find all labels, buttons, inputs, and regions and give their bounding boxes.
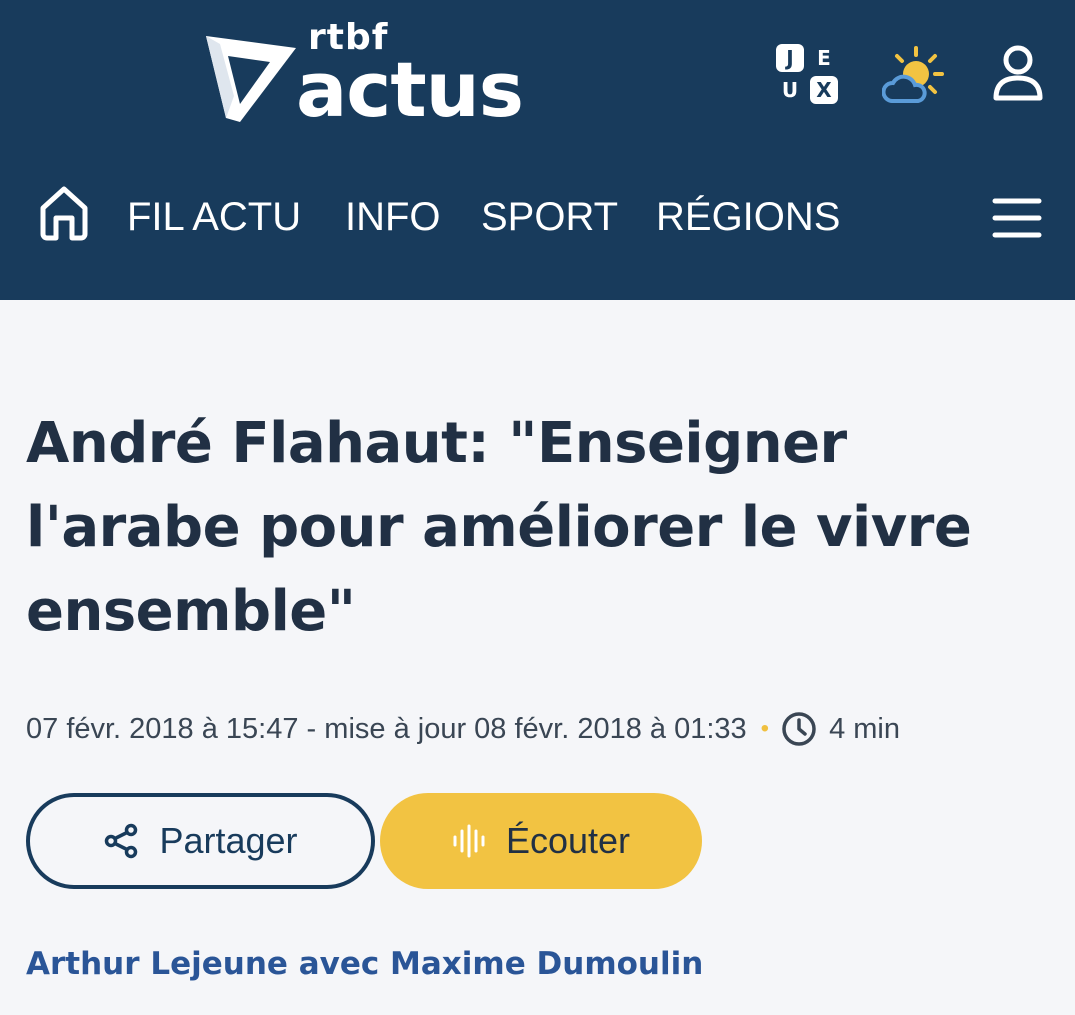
jeux-letter-x: X bbox=[810, 76, 838, 104]
article-title: André Flahaut: "Enseigner l'arabe pour a… bbox=[26, 411, 972, 644]
jeux-letter-e: E bbox=[817, 46, 831, 70]
weather-sun-cloud-icon[interactable] bbox=[881, 44, 944, 106]
rtbf-actus-logo[interactable]: rtbf actus bbox=[200, 18, 545, 134]
listen-button[interactable]: Écouter bbox=[380, 793, 702, 889]
share-button-label: Partager bbox=[159, 820, 298, 861]
home-icon[interactable] bbox=[38, 184, 90, 242]
actus-logo-mark-icon bbox=[206, 36, 296, 122]
nav-item-fil-actu[interactable]: FIL ACTU bbox=[127, 192, 301, 242]
clock-icon bbox=[782, 712, 816, 746]
article-authors[interactable]: Arthur Lejeune avec Maxime Dumoulin bbox=[26, 940, 703, 988]
share-button[interactable]: Partager bbox=[26, 793, 375, 889]
hamburger-menu-icon[interactable] bbox=[992, 196, 1042, 240]
meta-separator: - bbox=[298, 713, 325, 745]
profile-icon[interactable] bbox=[992, 44, 1044, 102]
nav-item-info[interactable]: INFO bbox=[345, 192, 441, 242]
meta-dot: • bbox=[760, 715, 770, 742]
share-icon bbox=[105, 823, 138, 859]
audio-wave-icon bbox=[453, 824, 485, 858]
published-date: 07 févr. 2018 à 15:47 bbox=[26, 713, 299, 745]
updated-date: mise à jour 08 févr. 2018 à 01:33 bbox=[324, 713, 747, 745]
jeux-letter-j: J bbox=[776, 44, 804, 72]
listen-button-label: Écouter bbox=[505, 820, 631, 861]
nav-item-sport[interactable]: SPORT bbox=[481, 192, 618, 242]
nav-item-regions[interactable]: RÉGIONS bbox=[656, 192, 840, 242]
site-header: rtbf actus J E U X FIL ACTU INFO SPORT R… bbox=[0, 0, 1075, 300]
logo-actus-text: actus bbox=[296, 45, 524, 134]
reading-time: 4 min bbox=[829, 713, 900, 745]
jeux-icon[interactable]: J E U X bbox=[774, 42, 842, 106]
article-meta: 07 févr. 2018 à 15:47 - mise à jour 08 f… bbox=[26, 708, 900, 750]
jeux-letter-u: U bbox=[781, 78, 799, 102]
